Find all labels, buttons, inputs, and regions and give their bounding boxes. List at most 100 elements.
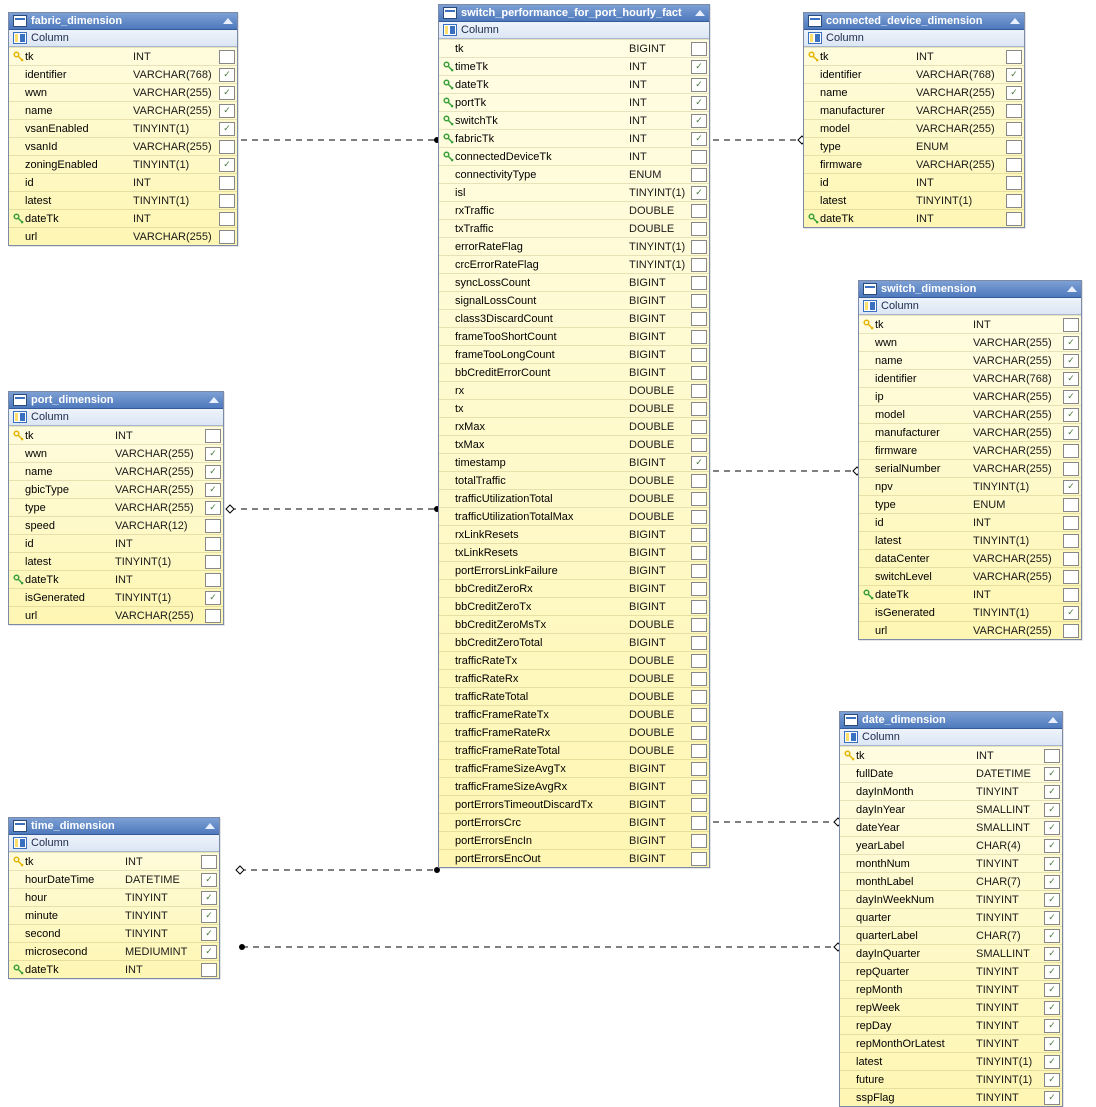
nullable-checkbox[interactable]: [1006, 68, 1022, 82]
column-row[interactable]: fullDate DATETIME: [840, 764, 1062, 782]
collapse-icon[interactable]: [1010, 18, 1020, 24]
column-row[interactable]: signalLossCount BIGINT: [439, 291, 709, 309]
nullable-checkbox[interactable]: [1063, 534, 1079, 548]
column-row[interactable]: firmware VARCHAR(255): [804, 155, 1024, 173]
nullable-checkbox[interactable]: [691, 114, 707, 128]
column-row[interactable]: tk INT: [9, 47, 237, 65]
nullable-checkbox[interactable]: [201, 891, 217, 905]
table-date_dimension[interactable]: date_dimension Column tk INT fullDate DA…: [839, 711, 1063, 1107]
nullable-checkbox[interactable]: [691, 744, 707, 758]
column-row[interactable]: name VARCHAR(255): [804, 83, 1024, 101]
column-row[interactable]: dateTk INT: [439, 75, 709, 93]
column-row[interactable]: microsecond MEDIUMINT: [9, 942, 219, 960]
nullable-checkbox[interactable]: [691, 222, 707, 236]
column-row[interactable]: tk BIGINT: [439, 39, 709, 57]
nullable-checkbox[interactable]: [691, 528, 707, 542]
column-row[interactable]: timestamp BIGINT: [439, 453, 709, 471]
table-connected_device_dimension[interactable]: connected_device_dimension Column tk INT…: [803, 12, 1025, 228]
column-row[interactable]: dateTk INT: [9, 209, 237, 227]
nullable-checkbox[interactable]: [1063, 426, 1079, 440]
nullable-checkbox[interactable]: [691, 78, 707, 92]
column-row[interactable]: npv TINYINT(1): [859, 477, 1081, 495]
column-row[interactable]: sspFlag TINYINT: [840, 1088, 1062, 1106]
nullable-checkbox[interactable]: [1063, 336, 1079, 350]
table-fabric_dimension[interactable]: fabric_dimension Column tk INT identifie…: [8, 12, 238, 246]
nullable-checkbox[interactable]: [1044, 821, 1060, 835]
nullable-checkbox[interactable]: [1044, 803, 1060, 817]
column-row[interactable]: tk INT: [859, 315, 1081, 333]
nullable-checkbox[interactable]: [1063, 588, 1079, 602]
nullable-checkbox[interactable]: [1006, 50, 1022, 64]
nullable-checkbox[interactable]: [691, 474, 707, 488]
nullable-checkbox[interactable]: [691, 186, 707, 200]
nullable-checkbox[interactable]: [691, 60, 707, 74]
table-switch_dimension[interactable]: switch_dimension Column tk INT wwn VARCH…: [858, 280, 1082, 640]
nullable-checkbox[interactable]: [1044, 875, 1060, 889]
nullable-checkbox[interactable]: [691, 204, 707, 218]
nullable-checkbox[interactable]: [691, 384, 707, 398]
table-title-bar[interactable]: port_dimension: [9, 392, 223, 409]
column-row[interactable]: crcErrorRateFlag TINYINT(1): [439, 255, 709, 273]
nullable-checkbox[interactable]: [1044, 929, 1060, 943]
column-row[interactable]: errorRateFlag TINYINT(1): [439, 237, 709, 255]
nullable-checkbox[interactable]: [691, 726, 707, 740]
nullable-checkbox[interactable]: [205, 519, 221, 533]
column-row[interactable]: portErrorsCrc BIGINT: [439, 813, 709, 831]
nullable-checkbox[interactable]: [691, 420, 707, 434]
column-row[interactable]: trafficFrameRateTotal DOUBLE: [439, 741, 709, 759]
nullable-checkbox[interactable]: [1063, 606, 1079, 620]
column-row[interactable]: model VARCHAR(255): [804, 119, 1024, 137]
column-row[interactable]: trafficRateRx DOUBLE: [439, 669, 709, 687]
column-row[interactable]: firmware VARCHAR(255): [859, 441, 1081, 459]
nullable-checkbox[interactable]: [1006, 158, 1022, 172]
nullable-checkbox[interactable]: [205, 555, 221, 569]
column-row[interactable]: quarterLabel CHAR(7): [840, 926, 1062, 944]
nullable-checkbox[interactable]: [205, 465, 221, 479]
nullable-checkbox[interactable]: [691, 96, 707, 110]
column-row[interactable]: gbicType VARCHAR(255): [9, 480, 223, 498]
nullable-checkbox[interactable]: [691, 240, 707, 254]
column-row[interactable]: tx DOUBLE: [439, 399, 709, 417]
nullable-checkbox[interactable]: [205, 573, 221, 587]
nullable-checkbox[interactable]: [1063, 354, 1079, 368]
column-row[interactable]: dayInMonth TINYINT: [840, 782, 1062, 800]
column-row[interactable]: bbCreditZeroMsTx DOUBLE: [439, 615, 709, 633]
nullable-checkbox[interactable]: [1044, 965, 1060, 979]
column-row[interactable]: manufacturer VARCHAR(255): [804, 101, 1024, 119]
column-row[interactable]: latest TINYINT(1): [859, 531, 1081, 549]
nullable-checkbox[interactable]: [1063, 480, 1079, 494]
nullable-checkbox[interactable]: [691, 438, 707, 452]
nullable-checkbox[interactable]: [1063, 408, 1079, 422]
column-row[interactable]: dayInWeekNum TINYINT: [840, 890, 1062, 908]
column-row[interactable]: name VARCHAR(255): [9, 101, 237, 119]
column-row[interactable]: identifier VARCHAR(768): [9, 65, 237, 83]
nullable-checkbox[interactable]: [1044, 749, 1060, 763]
nullable-checkbox[interactable]: [1044, 1019, 1060, 1033]
column-row[interactable]: latest TINYINT(1): [804, 191, 1024, 209]
nullable-checkbox[interactable]: [691, 636, 707, 650]
nullable-checkbox[interactable]: [691, 294, 707, 308]
column-row[interactable]: trafficFrameRateTx DOUBLE: [439, 705, 709, 723]
nullable-checkbox[interactable]: [691, 582, 707, 596]
nullable-checkbox[interactable]: [1006, 86, 1022, 100]
column-row[interactable]: latest TINYINT(1): [840, 1052, 1062, 1070]
column-row[interactable]: future TINYINT(1): [840, 1070, 1062, 1088]
nullable-checkbox[interactable]: [691, 312, 707, 326]
nullable-checkbox[interactable]: [219, 68, 235, 82]
nullable-checkbox[interactable]: [201, 963, 217, 977]
collapse-icon[interactable]: [1067, 286, 1077, 292]
nullable-checkbox[interactable]: [691, 708, 707, 722]
column-row[interactable]: rx DOUBLE: [439, 381, 709, 399]
column-row[interactable]: bbCreditZeroTotal BIGINT: [439, 633, 709, 651]
column-row[interactable]: minute TINYINT: [9, 906, 219, 924]
table-title-bar[interactable]: time_dimension: [9, 818, 219, 835]
nullable-checkbox[interactable]: [1044, 947, 1060, 961]
nullable-checkbox[interactable]: [205, 429, 221, 443]
column-row[interactable]: name VARCHAR(255): [9, 462, 223, 480]
column-row[interactable]: switchLevel VARCHAR(255): [859, 567, 1081, 585]
column-row[interactable]: frameTooShortCount BIGINT: [439, 327, 709, 345]
nullable-checkbox[interactable]: [1063, 372, 1079, 386]
nullable-checkbox[interactable]: [1044, 1091, 1060, 1105]
nullable-checkbox[interactable]: [201, 909, 217, 923]
column-row[interactable]: id INT: [9, 534, 223, 552]
